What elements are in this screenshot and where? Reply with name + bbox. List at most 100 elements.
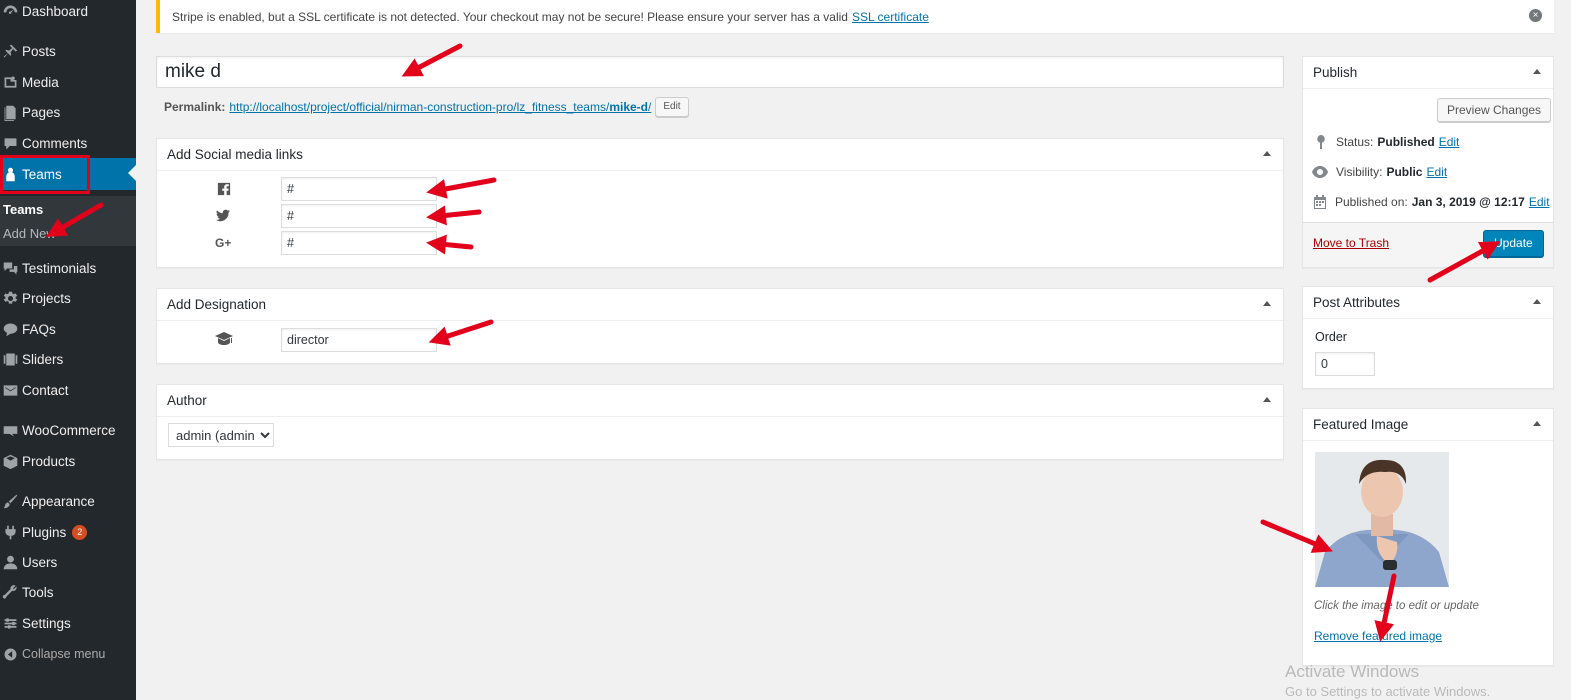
visibility-value: Public	[1386, 165, 1423, 179]
box-icon	[0, 451, 22, 471]
activate-windows-watermark: Activate Windows	[1285, 662, 1420, 681]
settings-icon	[0, 613, 22, 633]
author-box-header[interactable]: Author	[157, 385, 1283, 417]
status-label: Status:	[1336, 135, 1374, 149]
box-toggle-icon[interactable]	[1533, 69, 1541, 74]
sidebar-item-appearance[interactable]: Appearance	[0, 487, 136, 515]
order-input[interactable]	[1315, 352, 1375, 376]
mail-icon	[0, 380, 22, 400]
publish-box-header[interactable]: Publish	[1303, 57, 1553, 89]
box-toggle-icon[interactable]	[1263, 301, 1271, 306]
sidebar-item-label: Users	[22, 554, 58, 570]
edit-permalink-button[interactable]: Edit	[655, 97, 689, 117]
wrench-icon	[0, 582, 22, 602]
featured-image-thumbnail[interactable]	[1315, 452, 1449, 587]
box-toggle-icon[interactable]	[1533, 299, 1541, 304]
permalink-base: http://localhost/project/official/nirman…	[229, 100, 610, 114]
collapse-icon	[0, 644, 22, 664]
box-toggle-icon[interactable]	[1263, 397, 1271, 402]
dismiss-notice-icon[interactable]: ×	[1529, 9, 1542, 22]
remove-featured-image-link[interactable]: Remove featured image	[1314, 629, 1442, 643]
team-icon	[0, 164, 22, 184]
social-links-box-title: Add Social media links	[167, 147, 303, 162]
admin-sidebar: Dashboard Posts Media Pages Comments Tea…	[0, 0, 136, 700]
sidebar-item-products[interactable]: Products	[0, 447, 136, 475]
sidebar-item-sliders[interactable]: Sliders	[0, 345, 136, 373]
sidebar-item-label: Teams	[22, 166, 62, 182]
sidebar-item-label: Tools	[22, 584, 54, 600]
sidebar-item-label: WooCommerce	[22, 422, 116, 438]
update-button[interactable]: Update	[1483, 230, 1544, 257]
edit-visibility-link[interactable]: Edit	[1426, 165, 1447, 179]
sidebar-item-label: Media	[22, 74, 59, 90]
testimonial-icon	[0, 258, 22, 278]
sidebar-item-faqs[interactable]: FAQs	[0, 315, 136, 343]
sidebar-item-label: Testimonials	[22, 260, 97, 276]
permalink-label: Permalink:	[164, 100, 226, 114]
featured-image-box-header[interactable]: Featured Image	[1303, 409, 1553, 441]
comment-icon	[0, 133, 22, 153]
sidebar-item-label: Pages	[22, 104, 61, 120]
sidebar-item-contact[interactable]: Contact	[0, 376, 136, 404]
google-plus-url-input[interactable]	[281, 231, 437, 255]
sidebar-item-plugins[interactable]: Plugins 2	[0, 518, 136, 546]
designation-input[interactable]	[281, 328, 437, 352]
pin-status-icon	[1317, 135, 1325, 149]
sidebar-item-users[interactable]: Users	[0, 548, 136, 576]
facebook-url-input[interactable]	[281, 177, 437, 201]
box-toggle-icon[interactable]	[1263, 151, 1271, 156]
designation-box-title: Add Designation	[167, 297, 267, 312]
dashboard-icon	[0, 1, 22, 21]
post-attributes-box-header[interactable]: Post Attributes	[1303, 287, 1553, 319]
submenu-item-add-new[interactable]: Add New	[3, 226, 56, 241]
current-menu-arrow	[128, 165, 136, 181]
featured-photo-illustration	[1315, 452, 1449, 587]
sidebar-item-posts[interactable]: Posts	[0, 37, 136, 65]
permalink-link[interactable]: http://localhost/project/official/nirman…	[229, 100, 651, 114]
author-select[interactable]: admin (admin)	[168, 423, 274, 447]
plug-icon	[0, 522, 22, 542]
collapse-menu-button[interactable]: Collapse menu	[0, 640, 136, 668]
activate-windows-hint: Go to Settings to activate Windows.	[1285, 684, 1491, 699]
pin-icon	[0, 41, 22, 61]
sidebar-item-label: Products	[22, 453, 76, 469]
sidebar-item-dashboard[interactable]: Dashboard	[0, 0, 136, 25]
notice-text: Stripe is enabled, but a SSL certificate…	[172, 9, 848, 24]
sidebar-item-label: Settings	[22, 615, 71, 631]
sidebar-item-tools[interactable]: Tools	[0, 578, 136, 606]
sidebar-item-media[interactable]: Media	[0, 68, 136, 96]
order-label: Order	[1315, 330, 1347, 344]
twitter-url-input[interactable]	[281, 204, 437, 228]
post-title-input[interactable]	[157, 57, 1283, 87]
sidebar-item-pages[interactable]: Pages	[0, 98, 136, 126]
designation-box-header[interactable]: Add Designation	[157, 289, 1283, 321]
sidebar-item-teams[interactable]: Teams	[0, 158, 136, 190]
preview-changes-button[interactable]: Preview Changes	[1437, 98, 1552, 122]
sidebar-item-testimonials[interactable]: Testimonials	[0, 254, 136, 282]
sidebar-item-label: Projects	[22, 290, 71, 306]
featured-image-box-title: Featured Image	[1313, 417, 1409, 432]
move-to-trash-link[interactable]: Move to Trash	[1313, 236, 1389, 250]
sidebar-item-comments[interactable]: Comments	[0, 129, 136, 157]
pages-icon	[0, 102, 22, 122]
facebook-icon	[216, 181, 232, 197]
sidebar-item-settings[interactable]: Settings	[0, 609, 136, 637]
sidebar-item-label: Plugins	[22, 524, 67, 540]
social-links-box-header[interactable]: Add Social media links	[157, 139, 1283, 171]
box-toggle-icon[interactable]	[1533, 421, 1541, 426]
submenu-item-teams[interactable]: Teams	[3, 202, 43, 217]
published-on-label: Published on:	[1335, 195, 1408, 209]
sidebar-item-projects[interactable]: Projects	[0, 284, 136, 312]
edit-status-link[interactable]: Edit	[1439, 135, 1460, 149]
status-row: Status: Published Edit	[1314, 135, 1459, 149]
author-box-title: Author	[167, 393, 207, 408]
published-on-value: Jan 3, 2019 @ 12:17	[1411, 195, 1525, 209]
plugin-update-badge: 2	[72, 524, 88, 540]
edit-date-link[interactable]: Edit	[1529, 195, 1550, 209]
visibility-label: Visibility:	[1336, 165, 1383, 179]
calendar-icon	[1314, 195, 1326, 209]
graduation-cap-icon	[215, 332, 233, 346]
sidebar-item-woocommerce[interactable]: WooCommerce	[0, 416, 136, 444]
collapse-menu-label: Collapse menu	[22, 647, 106, 661]
ssl-certificate-link[interactable]: SSL certificate	[852, 10, 929, 24]
